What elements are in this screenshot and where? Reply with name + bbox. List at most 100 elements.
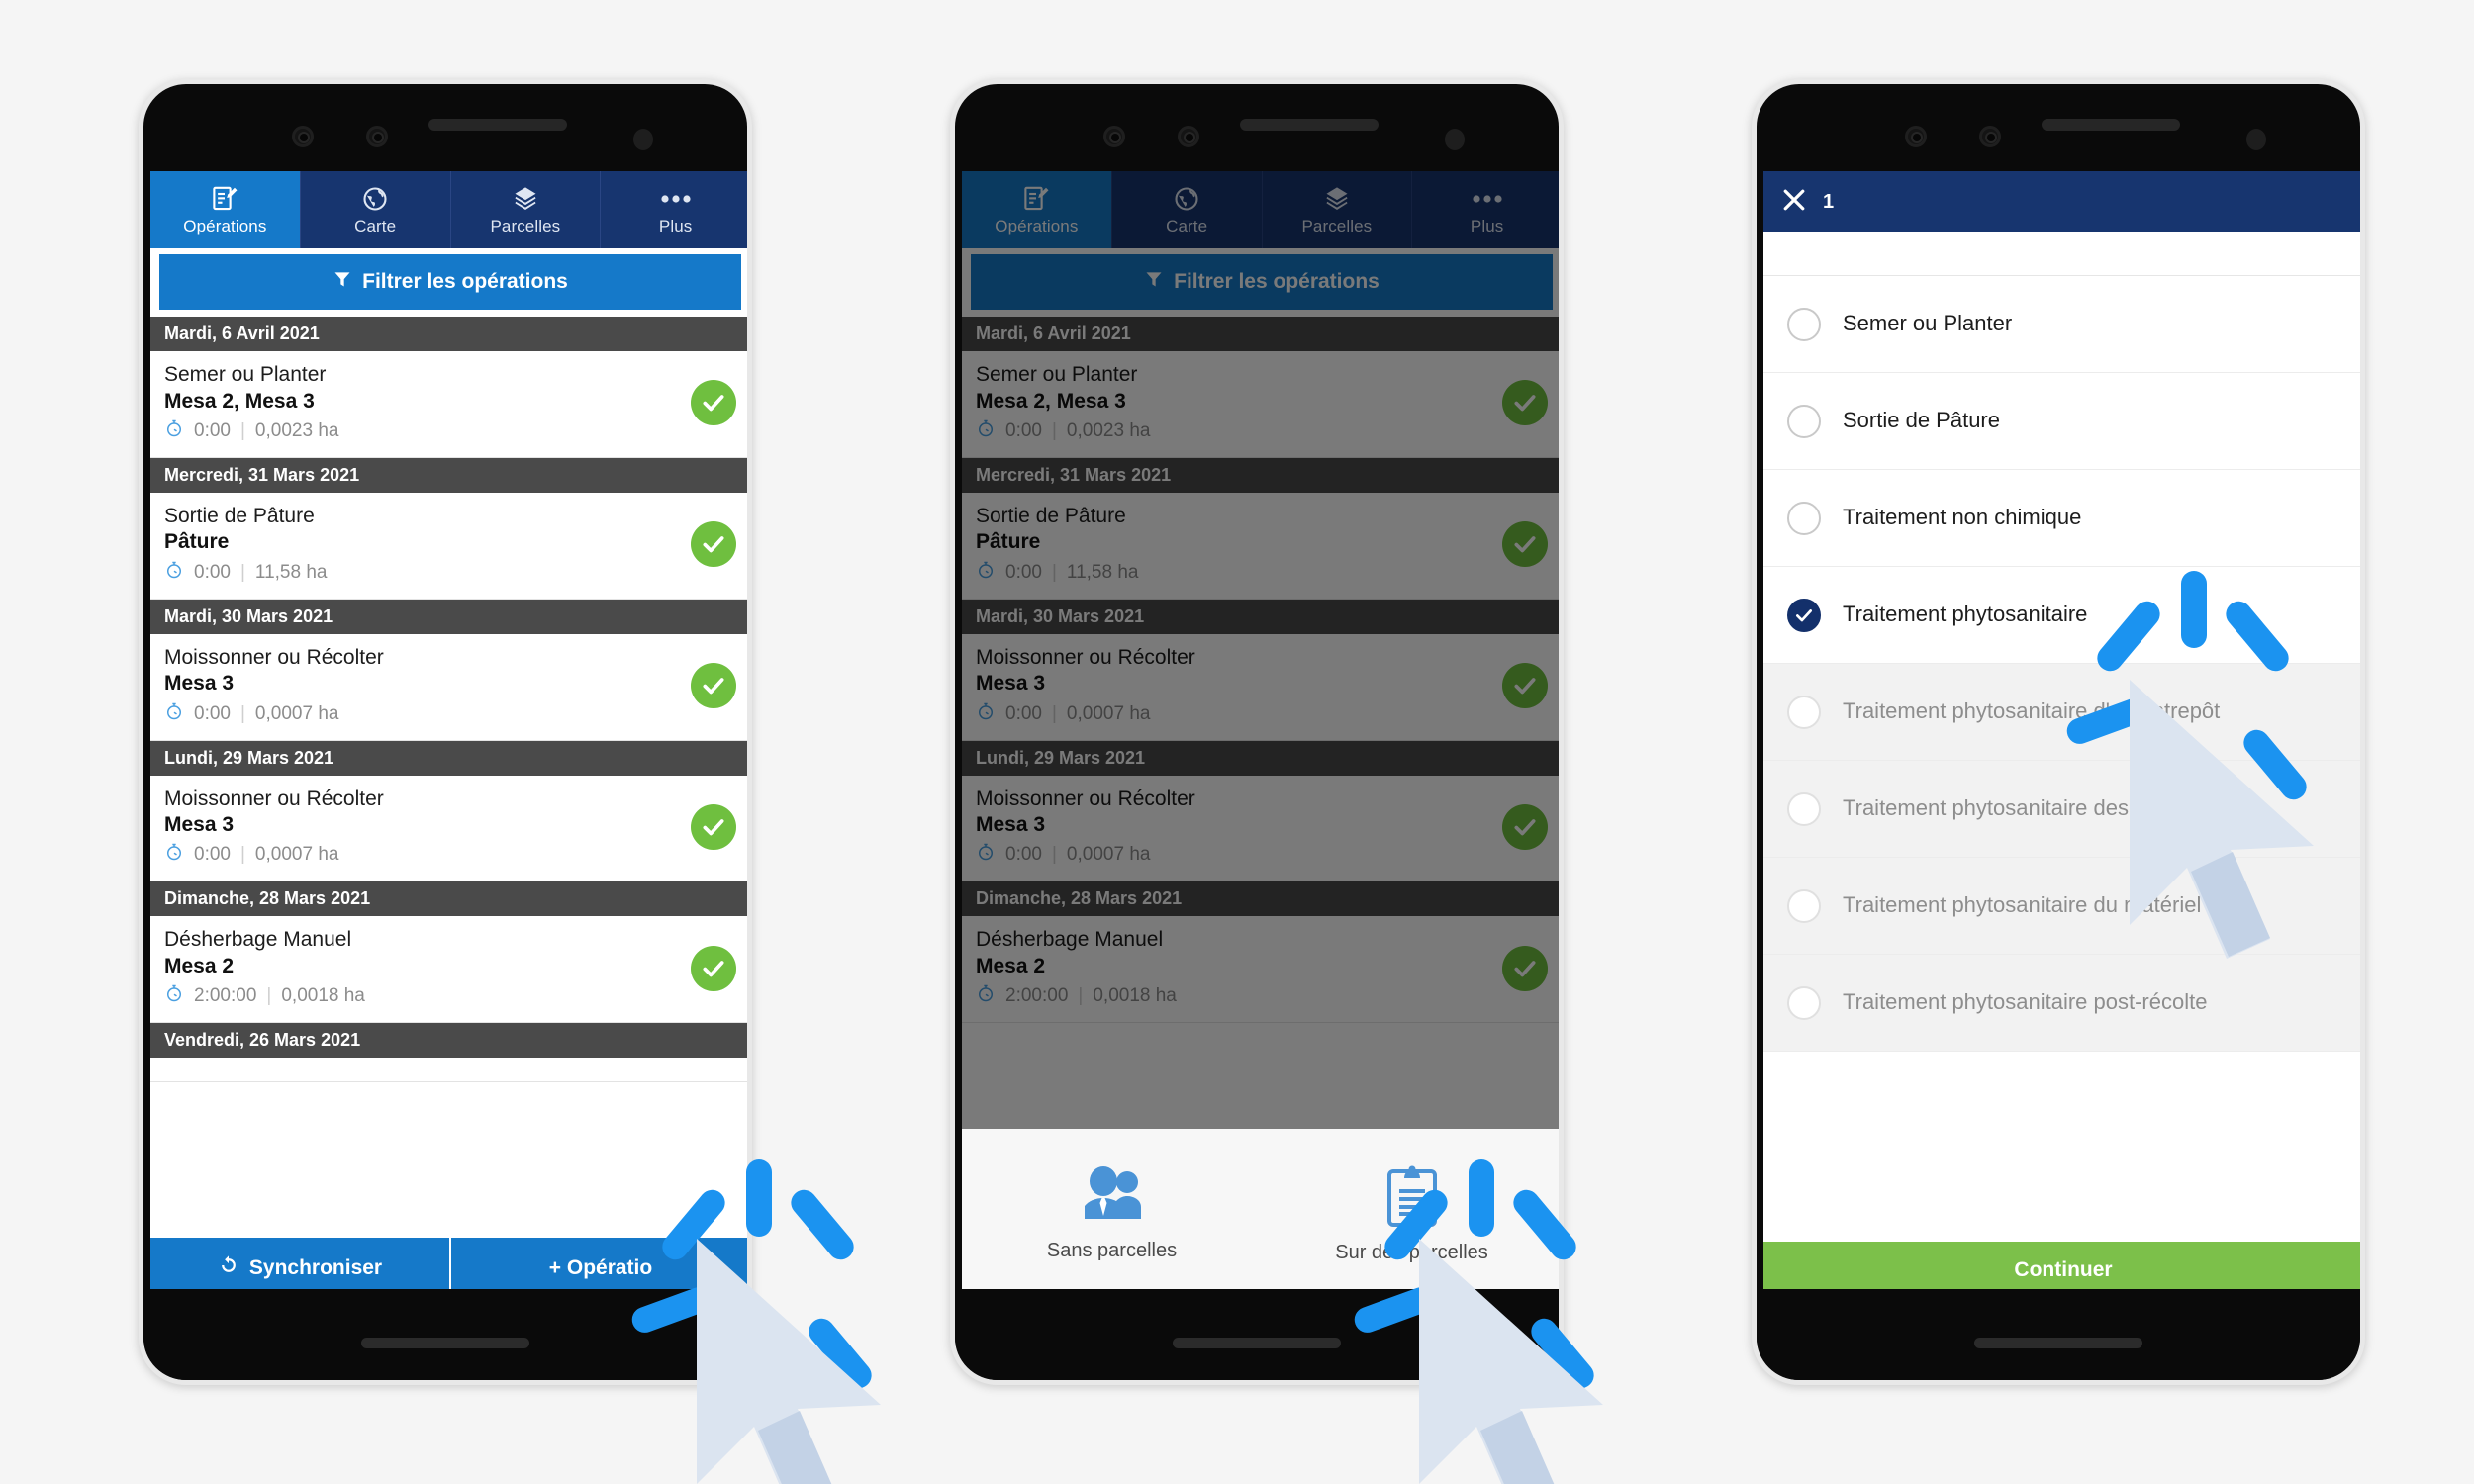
tab-carte[interactable]: Carte — [301, 171, 451, 248]
screenshot-canvas: Opérations Carte Parcelles Plus Filtrer … — [0, 0, 2474, 1484]
radio-unselected-icon — [1787, 791, 1821, 826]
navigation-pill — [361, 1338, 529, 1348]
operation-info: Moissonner ou Récolter Mesa 3 0:00 | 0,0… — [164, 787, 691, 869]
picker-option-row-disabled: Traitement phytosanitaire post-récolte — [1763, 955, 2360, 1052]
operation-area: 11,58 ha — [254, 561, 328, 583]
tab-operations-label: Opérations — [183, 216, 267, 235]
radio-selected-icon[interactable] — [1787, 598, 1821, 632]
picker-option-label: Traitement phytosanitaire du matériel — [1843, 892, 2202, 918]
date-group-header: Dimanche, 28 Mars 2021 — [150, 881, 747, 917]
phone-mockup-1: Opérations Carte Parcelles Plus Filtrer … — [139, 79, 752, 1385]
picker-option-row-disabled: Traitement phytosanitaire des semences — [1763, 761, 2360, 858]
proximity-sensor-icon — [633, 129, 653, 150]
operation-field: Mesa 3 — [164, 672, 235, 696]
phone-mockup-3: 1 Semer ou Planter Sortie de Pâture Trai… — [1752, 79, 2365, 1385]
date-group-header: Lundi, 29 Mars 2021 — [150, 740, 747, 776]
power-button[interactable] — [1559, 579, 1564, 719]
date-group-header: Vendredi, 26 Mars 2021 — [150, 1023, 747, 1059]
stopwatch-icon — [164, 701, 184, 727]
globe-icon — [361, 184, 389, 214]
phone-bottom-bezel — [143, 1289, 747, 1380]
phone-2-screen: Opérations Carte — [962, 171, 1559, 1299]
sheet-option-sans-parcelles[interactable]: Sans parcelles — [962, 1129, 1262, 1299]
radio-unselected-icon[interactable] — [1787, 404, 1821, 438]
picker-option-row[interactable]: Traitement non chimique — [1763, 470, 2360, 567]
front-camera-icon — [292, 126, 314, 147]
radio-unselected-icon[interactable] — [1787, 501, 1821, 535]
operation-meta: 0:00 | 11,58 ha — [164, 560, 691, 586]
sheet-option-sans-parcelles-label: Sans parcelles — [1046, 1240, 1178, 1261]
status-badge-done — [691, 380, 736, 426]
tab-plus-label: Plus — [658, 216, 693, 235]
power-button[interactable] — [747, 579, 752, 719]
phone-bottom-bezel — [955, 1289, 1559, 1380]
phone-1-screen: Opérations Carte Parcelles Plus Filtrer … — [150, 171, 747, 1299]
date-group-header: Mardi, 6 Avril 2021 — [150, 317, 747, 351]
power-button[interactable] — [2360, 579, 2365, 719]
operation-row[interactable]: Désherbage Manuel Mesa 2 2:00:00 | 0,001… — [150, 916, 747, 1024]
picker-option-label: Semer ou Planter — [1843, 311, 2013, 336]
front-camera-icon — [1905, 126, 1927, 147]
volume-button[interactable] — [1559, 351, 1564, 446]
people-icon — [1075, 1165, 1150, 1232]
operation-area: 0,0007 ha — [254, 702, 339, 724]
add-operation-label: + Opératio — [548, 1256, 653, 1279]
stopwatch-icon — [164, 560, 184, 586]
stopwatch-icon — [164, 983, 184, 1009]
volume-button[interactable] — [2360, 351, 2365, 446]
operation-type: Moissonner ou Récolter — [164, 787, 384, 810]
radio-unselected-icon[interactable] — [1787, 307, 1821, 341]
operation-type: Semer ou Planter — [164, 363, 327, 386]
operation-meta: 2:00:00 | 0,0018 ha — [164, 983, 691, 1009]
picker-option-row-disabled: Traitement phytosanitaire du matériel — [1763, 858, 2360, 955]
operation-row[interactable]: Semer ou Planter Mesa 2, Mesa 3 0:00 | 0… — [150, 351, 747, 458]
operation-row[interactable]: Moissonner ou Récolter Mesa 3 0:00 | 0,0… — [150, 775, 747, 882]
operation-duration: 0:00 — [194, 561, 231, 583]
operation-duration: 0:00 — [194, 702, 231, 724]
operation-area: 0,0023 ha — [254, 419, 339, 441]
picker-option-label: Traitement phytosanitaire d'un entrepôt — [1843, 698, 2221, 724]
operation-info: Semer ou Planter Mesa 2, Mesa 3 0:00 | 0… — [164, 362, 691, 444]
operation-meta: 0:00 | 0,0007 ha — [164, 842, 691, 868]
tab-parcelles-label: Parcelles — [490, 216, 561, 235]
phone-3-screen: 1 Semer ou Planter Sortie de Pâture Trai… — [1763, 171, 2360, 1299]
phone-top-bezel — [143, 84, 747, 173]
operation-row-clipped[interactable] — [150, 1058, 747, 1083]
operation-field: Mesa 3 — [164, 813, 235, 837]
picker-option-row[interactable]: Sortie de Pâture — [1763, 373, 2360, 470]
operation-field: Mesa 2 — [164, 955, 235, 978]
operation-area: 0,0018 ha — [281, 985, 365, 1007]
operation-row[interactable]: Sortie de Pâture Pâture 0:00 | 11,58 ha — [150, 492, 747, 600]
navigation-pill — [1173, 1338, 1341, 1348]
operation-kind-sheet: Sans parcelles Sur des parcelles — [962, 1129, 1559, 1299]
volume-button[interactable] — [747, 351, 752, 446]
earpiece-speaker — [428, 119, 567, 131]
meta-divider: | — [266, 985, 272, 1007]
front-camera-icon — [1103, 126, 1125, 147]
tab-operations[interactable]: Opérations — [150, 171, 301, 248]
filter-bar: Filtrer les opérations — [150, 248, 747, 317]
picker-option-row[interactable]: Semer ou Planter — [1763, 276, 2360, 373]
meta-divider: | — [239, 419, 245, 441]
picker-option-label: Traitement phytosanitaire des semences — [1843, 795, 2235, 821]
status-badge-done — [691, 521, 736, 568]
tab-plus[interactable]: Plus — [601, 171, 747, 248]
sync-icon — [218, 1254, 239, 1282]
close-x-icon[interactable] — [1779, 185, 1809, 220]
selection-count: 1 — [1823, 190, 1835, 213]
meta-divider: | — [239, 561, 245, 583]
picker-option-label: Sortie de Pâture — [1843, 408, 2000, 433]
operation-field: Mesa 2, Mesa 3 — [164, 389, 315, 413]
sheet-option-sur-des-parcelles[interactable]: Sur des parcelles — [1262, 1129, 1559, 1299]
operation-row[interactable]: Moissonner ou Récolter Mesa 3 0:00 | 0,0… — [150, 633, 747, 741]
radio-unselected-icon — [1787, 695, 1821, 729]
picker-option-row-selected[interactable]: Traitement phytosanitaire — [1763, 567, 2360, 664]
operation-duration: 2:00:00 — [194, 985, 257, 1007]
picker-header: 1 — [1763, 171, 2360, 232]
status-badge-done — [691, 945, 736, 991]
radio-unselected-icon — [1787, 888, 1821, 923]
layers-icon — [512, 184, 539, 214]
filter-operations-button[interactable]: Filtrer les opérations — [159, 254, 741, 310]
front-camera-secondary-icon — [1979, 126, 2001, 147]
tab-parcelles[interactable]: Parcelles — [451, 171, 602, 248]
